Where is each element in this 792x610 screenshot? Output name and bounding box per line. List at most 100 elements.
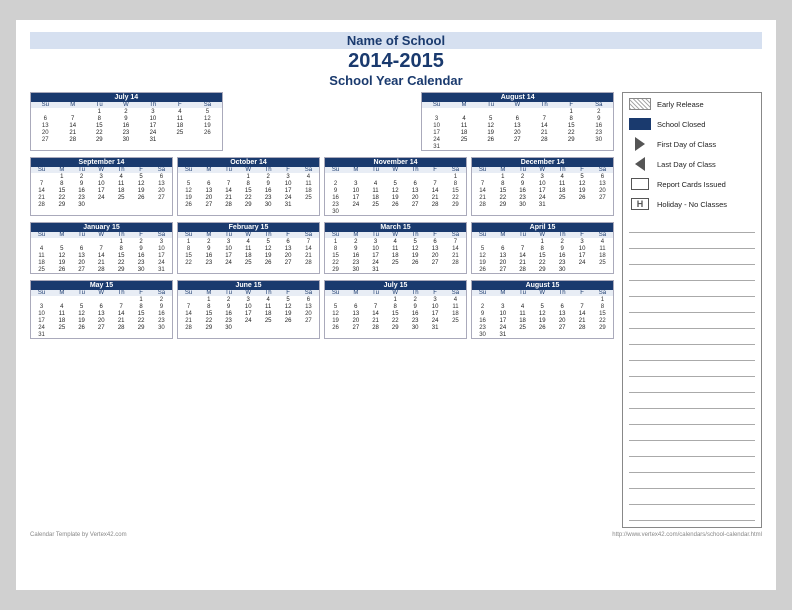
calendar-day: 17 bbox=[139, 122, 166, 129]
calendar-day: 13 bbox=[504, 122, 530, 129]
calendar-day: 19 bbox=[52, 259, 72, 266]
calendar-day: 29 bbox=[52, 201, 72, 208]
calendar-day: 8 bbox=[558, 115, 584, 122]
calendar-header: September 14 bbox=[31, 158, 172, 167]
calendar-day: 6 bbox=[405, 180, 425, 187]
calendar-day bbox=[451, 143, 477, 150]
calendar-day: 16 bbox=[405, 310, 425, 317]
calendar-day: 16 bbox=[552, 252, 572, 259]
calendar-day: 20 bbox=[91, 317, 111, 324]
calendar-header: June 15 bbox=[178, 281, 319, 290]
calendar-day: 27 bbox=[552, 324, 572, 331]
legend-line bbox=[629, 395, 755, 409]
calendar-day: 23 bbox=[513, 194, 533, 201]
calendar-day: 20 bbox=[592, 187, 613, 194]
calendar-day: 3 bbox=[278, 173, 298, 180]
legend-line bbox=[629, 267, 755, 281]
legend-line bbox=[629, 491, 755, 505]
calendar-day: 24 bbox=[31, 324, 52, 331]
calendar-day: 21 bbox=[91, 259, 111, 266]
calendar-day: 22 bbox=[178, 259, 199, 266]
calendar-march-15: March 15SuMTuWThFSa123456789101112131415… bbox=[324, 222, 467, 274]
calendar-day: 2 bbox=[72, 173, 92, 180]
calendar-day: 8 bbox=[325, 245, 346, 252]
calendar-day: 16 bbox=[113, 122, 139, 129]
calendar-day bbox=[298, 324, 319, 331]
calendar-day: 17 bbox=[346, 194, 366, 201]
calendar-day: 3 bbox=[493, 303, 513, 310]
calendar-day: 20 bbox=[552, 317, 572, 324]
calendar-day: 11 bbox=[31, 252, 52, 259]
calendar-day: 1 bbox=[52, 173, 72, 180]
calendar-day: 16 bbox=[219, 310, 239, 317]
calendar-day: 4 bbox=[298, 173, 319, 180]
calendar-day: 4 bbox=[111, 173, 131, 180]
calendar-day: 4 bbox=[167, 108, 193, 115]
calendar-day: 2 bbox=[513, 173, 533, 180]
calendar-day: 30 bbox=[325, 208, 346, 215]
calendar-november-14: November 14SuMTuWThFSa123456789101112131… bbox=[324, 157, 467, 216]
calendar-header: August 14 bbox=[422, 93, 613, 102]
calendar-day: 22 bbox=[532, 259, 552, 266]
calendar-day: 15 bbox=[493, 187, 513, 194]
calendar-day: 12 bbox=[258, 245, 278, 252]
calendar-august-15: August 15SuMTuWThFSa12345678910111213141… bbox=[471, 280, 614, 339]
calendar-day: 25 bbox=[167, 129, 193, 136]
legend-lines bbox=[629, 219, 755, 521]
calendar-day: 30 bbox=[513, 201, 533, 208]
calendar-day: 6 bbox=[199, 180, 219, 187]
legend-line bbox=[629, 363, 755, 377]
calendar-day: 3 bbox=[219, 238, 239, 245]
calendar-day: 14 bbox=[572, 310, 592, 317]
calendar-day: 29 bbox=[493, 201, 513, 208]
calendar-day: 1 bbox=[325, 238, 346, 245]
calendar-day: 22 bbox=[111, 259, 131, 266]
calendar-day bbox=[59, 108, 85, 115]
calendar-day bbox=[531, 108, 558, 115]
legend-line bbox=[629, 443, 755, 457]
calendar-day: 13 bbox=[278, 245, 298, 252]
calendar-day: 20 bbox=[72, 259, 92, 266]
calendar-day: 18 bbox=[592, 252, 613, 259]
calendar-day: 25 bbox=[258, 317, 278, 324]
calendar-day: 18 bbox=[451, 129, 477, 136]
calendar-day: 16 bbox=[151, 310, 172, 317]
calendar-day: 17 bbox=[422, 129, 450, 136]
calendar-day: 16 bbox=[72, 187, 92, 194]
calendar-day: 1 bbox=[131, 296, 151, 303]
last-day-label: Last Day of Class bbox=[657, 160, 716, 169]
calendar-day: 12 bbox=[72, 310, 92, 317]
calendar-day: 27 bbox=[72, 266, 92, 273]
calendar-day: 17 bbox=[572, 252, 592, 259]
calendar-day: 8 bbox=[111, 245, 131, 252]
calendar-day: 26 bbox=[178, 201, 199, 208]
calendar-day: 4 bbox=[238, 238, 258, 245]
calendar-day bbox=[346, 296, 366, 303]
calendar-day: 14 bbox=[298, 245, 319, 252]
calendar-day: 12 bbox=[278, 303, 298, 310]
calendar-day: 30 bbox=[405, 324, 425, 331]
calendar-day: 20 bbox=[504, 129, 530, 136]
calendar-day: 13 bbox=[31, 122, 59, 129]
calendar-day: 18 bbox=[238, 252, 258, 259]
calendar-day: 25 bbox=[592, 259, 613, 266]
calendar-day: 2 bbox=[472, 303, 493, 310]
calendar-day: 7 bbox=[31, 180, 52, 187]
calendars-area: July 14SuMTuWThFSa1234567891011121314151… bbox=[30, 92, 614, 528]
calendar-day: 23 bbox=[325, 201, 346, 208]
calendar-day: 12 bbox=[52, 252, 72, 259]
school-closed-label: School Closed bbox=[657, 120, 705, 129]
calendar-day: 13 bbox=[493, 252, 513, 259]
calendar-day: 8 bbox=[238, 180, 258, 187]
holiday-label: Holiday - No Classes bbox=[657, 200, 727, 209]
calendar-day: 31 bbox=[139, 136, 166, 143]
calendar-day: 18 bbox=[258, 310, 278, 317]
calendar-day: 16 bbox=[513, 187, 533, 194]
legend-line bbox=[629, 219, 755, 233]
calendar-header: February 15 bbox=[178, 223, 319, 232]
calendar-day: 18 bbox=[385, 252, 405, 259]
calendar-day: 28 bbox=[59, 136, 85, 143]
calendar-september-14: September 14SuMTuWThFSa12345678910111213… bbox=[30, 157, 173, 216]
calendar-day: 21 bbox=[298, 252, 319, 259]
calendar-day: 16 bbox=[346, 252, 366, 259]
